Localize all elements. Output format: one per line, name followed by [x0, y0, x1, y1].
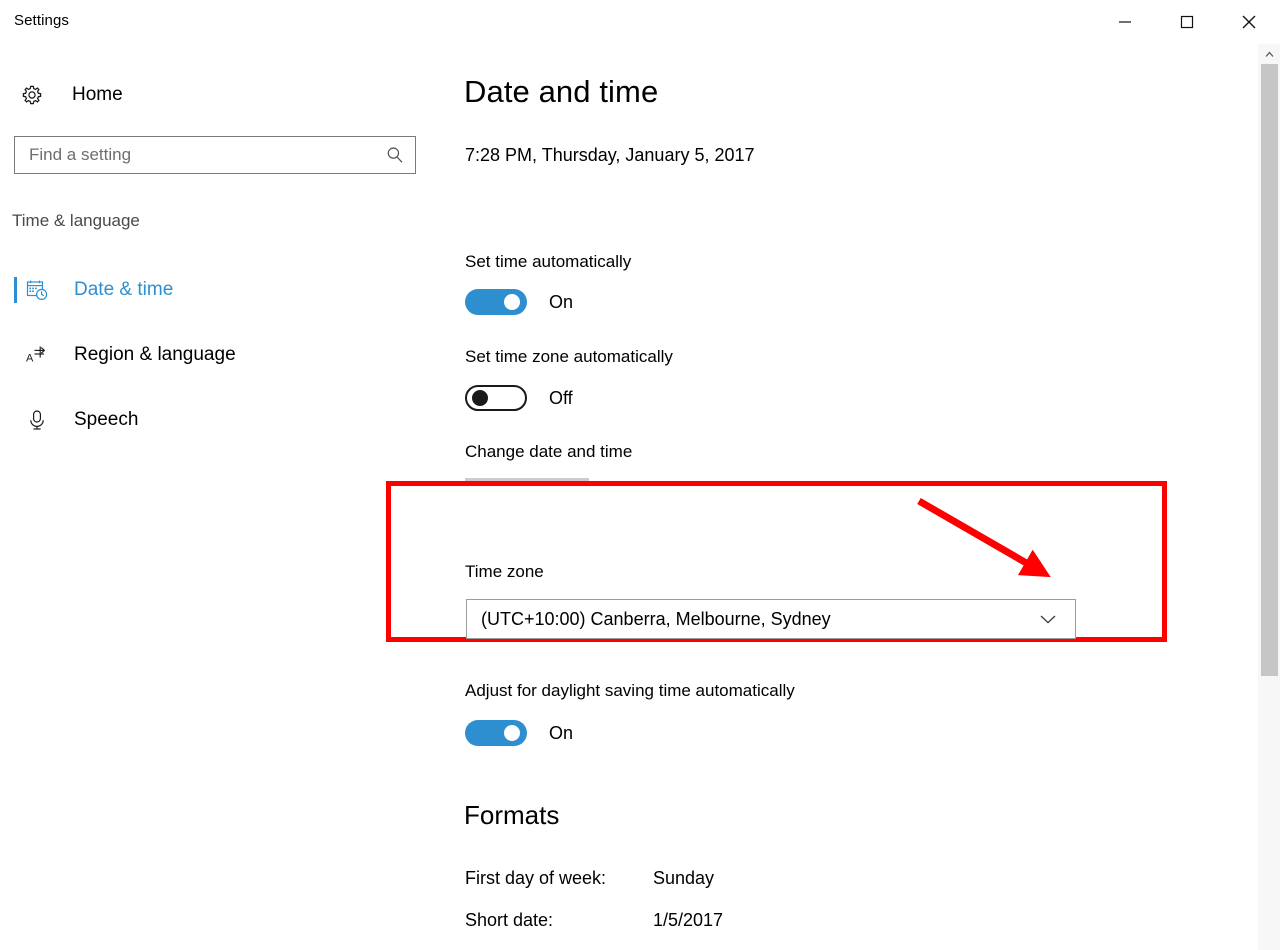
language-icon: A	[20, 343, 54, 367]
sidebar-item-home-label: Home	[72, 84, 123, 106]
set-timezone-automatically-state: Off	[549, 388, 573, 409]
sidebar-section-label: Time & language	[12, 211, 140, 231]
maximize-icon	[1180, 15, 1194, 29]
daylight-saving-toggle[interactable]	[465, 720, 527, 746]
time-zone-label: Time zone	[465, 562, 544, 582]
format-value: Sunday	[653, 868, 714, 889]
window-titlebar: Settings	[0, 0, 1280, 48]
sidebar-item-speech-label: Speech	[74, 409, 138, 431]
set-time-automatically-state: On	[549, 292, 573, 313]
sidebar-item-region-language-label: Region & language	[74, 344, 236, 366]
close-icon	[1241, 14, 1257, 30]
set-timezone-automatically-label: Set time zone automatically	[465, 347, 673, 367]
gear-icon	[14, 83, 50, 107]
selection-indicator	[14, 342, 17, 368]
daylight-saving-row: On	[465, 720, 573, 746]
toggle-knob	[504, 725, 520, 741]
set-timezone-automatically-toggle[interactable]	[465, 385, 527, 411]
sidebar: Home Time & language	[0, 48, 450, 950]
toggle-knob	[472, 390, 488, 406]
close-button[interactable]	[1218, 0, 1280, 44]
format-row: Short date:1/5/2017	[465, 910, 1025, 931]
calendar-clock-icon	[20, 278, 54, 302]
set-time-automatically-row: On	[465, 289, 573, 315]
selection-indicator	[14, 277, 17, 303]
search-icon[interactable]	[375, 145, 415, 165]
scrollbar-thumb[interactable]	[1261, 64, 1278, 676]
change-date-and-time-label: Change date and time	[465, 442, 632, 462]
sidebar-item-region-language[interactable]: A Region & language	[0, 331, 430, 379]
scroll-up-arrow-icon[interactable]	[1258, 44, 1280, 64]
search-input[interactable]	[15, 137, 375, 173]
sidebar-item-date-time-label: Date & time	[74, 279, 173, 301]
set-time-automatically-toggle[interactable]	[465, 289, 527, 315]
svg-text:A: A	[26, 353, 34, 365]
page-title: Date and time	[464, 74, 658, 110]
formats-section-title: Formats	[464, 800, 559, 831]
sidebar-item-home[interactable]: Home	[14, 75, 123, 115]
current-datetime-text: 7:28 PM, Thursday, January 5, 2017	[465, 145, 755, 166]
daylight-saving-label: Adjust for daylight saving time automati…	[465, 681, 795, 701]
format-row: First day of week:Sunday	[465, 868, 1025, 889]
set-timezone-automatically-row: Off	[465, 385, 573, 411]
selection-indicator	[14, 407, 17, 433]
search-box[interactable]	[14, 136, 416, 174]
time-zone-value: (UTC+10:00) Canberra, Melbourne, Sydney	[481, 609, 1035, 630]
toggle-knob	[504, 294, 520, 310]
sidebar-item-speech[interactable]: Speech	[0, 396, 430, 444]
vertical-scrollbar[interactable]	[1258, 44, 1280, 950]
daylight-saving-state: On	[549, 723, 573, 744]
time-zone-dropdown[interactable]: (UTC+10:00) Canberra, Melbourne, Sydney	[466, 599, 1076, 639]
window-title: Settings	[14, 12, 69, 29]
chevron-down-icon[interactable]	[1035, 613, 1061, 625]
maximize-button[interactable]	[1156, 0, 1218, 44]
set-time-automatically-label: Set time automatically	[465, 252, 631, 272]
format-key: First day of week:	[465, 868, 653, 889]
minimize-button[interactable]	[1094, 0, 1156, 44]
format-key: Short date:	[465, 910, 653, 931]
sidebar-item-date-time[interactable]: Date & time	[0, 266, 430, 314]
format-value: 1/5/2017	[653, 910, 723, 931]
window-controls	[1094, 0, 1280, 44]
minimize-icon	[1118, 15, 1132, 29]
microphone-icon	[20, 408, 54, 432]
